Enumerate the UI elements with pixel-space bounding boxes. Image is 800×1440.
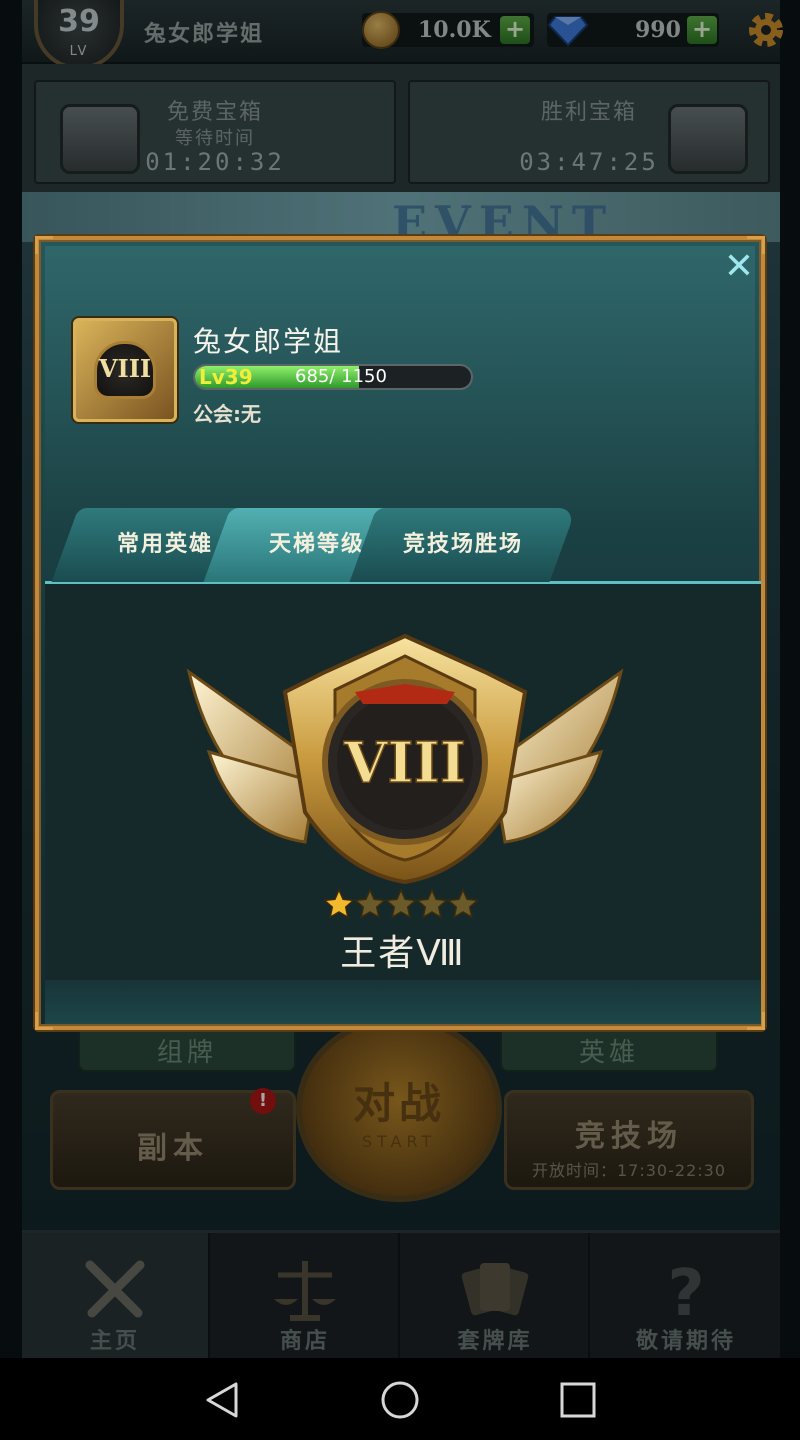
star-empty-icon bbox=[384, 888, 418, 919]
recents-icon[interactable] bbox=[558, 1380, 598, 1420]
tab-label: 竞技场胜场 bbox=[402, 532, 523, 557]
star-empty-icon bbox=[415, 888, 449, 919]
close-button[interactable]: ✕ bbox=[721, 249, 757, 286]
tab-arena-wins[interactable]: 竞技场胜场 bbox=[349, 508, 577, 582]
profile-level: Lv39 bbox=[199, 365, 253, 389]
rank-name: 王者Ⅷ bbox=[340, 933, 466, 974]
xp-progress-bar: Lv39 685/ 1150 bbox=[193, 364, 473, 390]
guild-info: 公会:无 bbox=[193, 402, 261, 426]
profile-player-name: 兔女郎学姐 bbox=[193, 325, 344, 358]
star-filled-icon bbox=[323, 888, 356, 919]
player-avatar[interactable]: VIII bbox=[73, 318, 177, 422]
rank-emblem-text: VIII bbox=[343, 730, 466, 796]
back-icon[interactable] bbox=[202, 1380, 242, 1420]
system-nav-bar bbox=[0, 1358, 800, 1440]
star-empty-icon bbox=[353, 888, 387, 919]
avatar-rank-text: VIII bbox=[98, 354, 152, 383]
rank-stars bbox=[323, 888, 480, 919]
avatar-rank-emblem: VIII bbox=[94, 341, 156, 399]
rank-emblem-icon: VIII bbox=[186, 633, 624, 885]
star-empty-icon bbox=[446, 888, 480, 919]
ladder-rank-panel: VIII 王者Ⅷ bbox=[45, 584, 761, 980]
xp-value: 685/ 1150 bbox=[295, 366, 387, 387]
home-icon[interactable] bbox=[380, 1380, 420, 1420]
profile-tabs: 常用英雄 天梯等级 竞技场胜场 bbox=[45, 508, 761, 584]
dialog-footer bbox=[45, 980, 761, 1024]
profile-dialog: ✕ VIII 兔女郎学姐 Lv39 685/ 1150 公会:无 常用英雄 天梯… bbox=[35, 236, 765, 1030]
